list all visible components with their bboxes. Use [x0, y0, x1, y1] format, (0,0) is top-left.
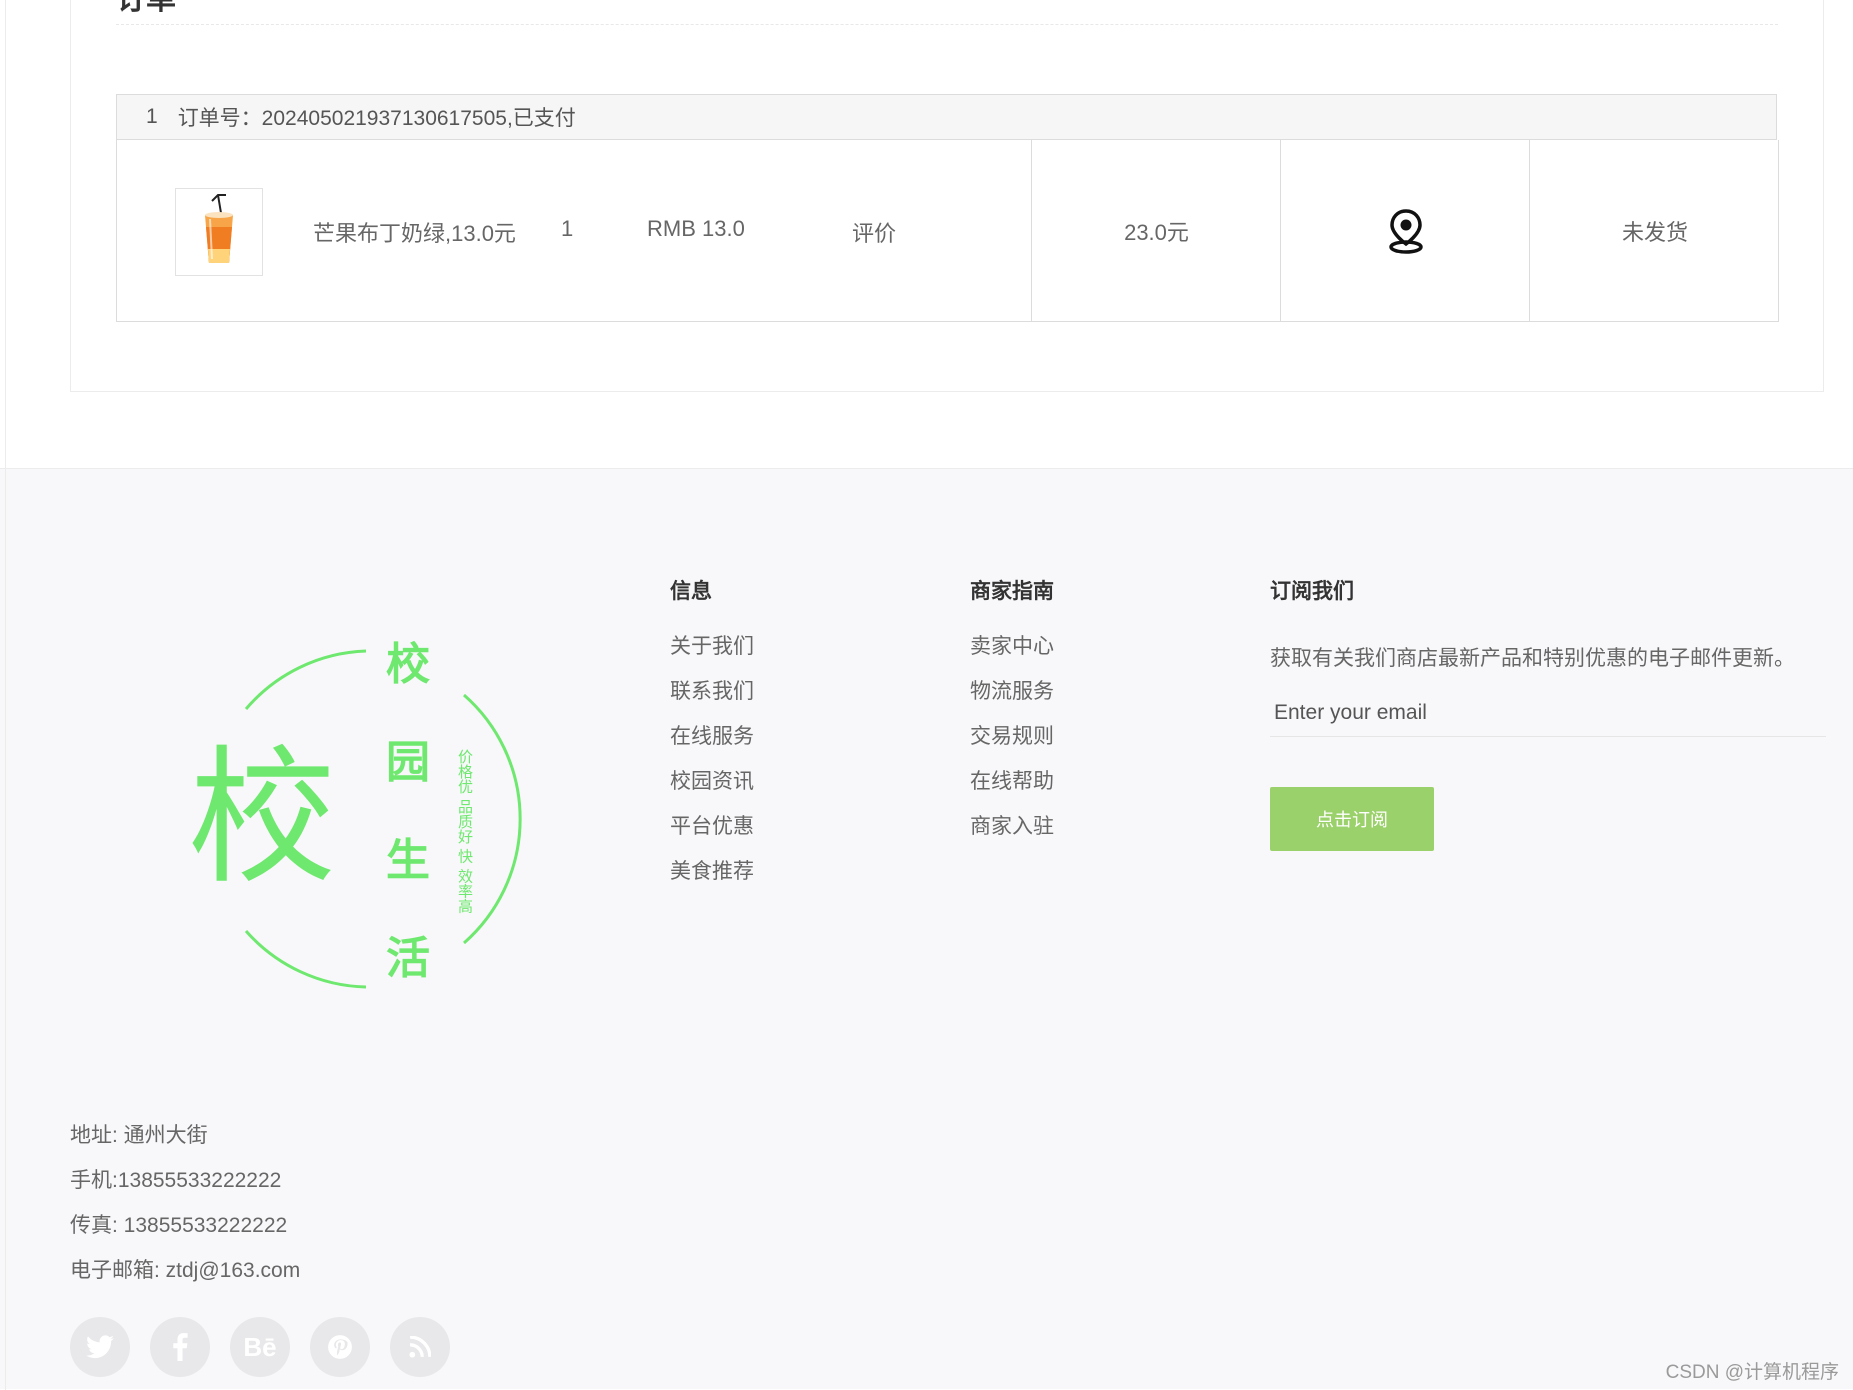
link-campus-news[interactable]: 校园资讯 — [670, 770, 754, 815]
title-divider — [116, 24, 1778, 25]
order-total: 23.0元 — [1031, 140, 1281, 321]
link-logistics[interactable]: 物流服务 — [970, 680, 1054, 725]
contact-email: 电子邮箱: ztdj@163.com — [70, 1259, 301, 1282]
behance-icon[interactable]: Bē — [230, 1317, 290, 1377]
product-thumbnail[interactable] — [175, 188, 263, 276]
rss-icon[interactable] — [390, 1317, 450, 1377]
subscribe-heading: 订阅我们 — [1270, 580, 1354, 603]
order-index: 1 — [146, 105, 158, 128]
order-number: 订单号：20240502193713061750​5,已支付 — [177, 107, 576, 130]
footer-left-border — [5, 469, 6, 1390]
logo-vertical-text: 价格优 品质好 快 效率高 — [456, 749, 474, 914]
pinterest-p-icon — [328, 1335, 352, 1359]
shipping-status: 未发货 — [1529, 140, 1780, 321]
behance-glyph: Bē — [243, 1331, 277, 1362]
map-pin-icon[interactable] — [1386, 208, 1426, 254]
contact-fax: 传真: 13855533222222 — [70, 1214, 288, 1237]
review-link[interactable]: 评价 — [852, 216, 896, 248]
logo-big-char: 校 — [188, 732, 336, 904]
link-merchant-join[interactable]: 商家入驻 — [970, 815, 1054, 860]
logo-char-2: 园 — [386, 737, 430, 788]
facebook-f-icon — [173, 1333, 188, 1361]
order-item-details: 芒果布丁奶绿,13.0元 1 RMB 13.0 评价 — [117, 140, 1031, 321]
section-title: 订单 — [116, 0, 176, 18]
link-online-service[interactable]: 在线服务 — [670, 725, 754, 770]
product-price: RMB 13.0 — [647, 216, 745, 241]
logo-char-4: 活 — [386, 933, 430, 984]
facebook-icon[interactable] — [150, 1317, 210, 1377]
left-border — [5, 0, 6, 468]
email-input[interactable] — [1270, 689, 1826, 737]
link-platform-deals[interactable]: 平台优惠 — [670, 815, 754, 860]
social-links: Bē — [70, 1317, 450, 1377]
order-header: 1 订单号：20240502193713061750​5,已支付 — [116, 94, 1777, 140]
watermark: CSDN @计算机程序 — [1665, 1362, 1839, 1383]
info-links: 关于我们 联系我们 在线服务 校园资讯 平台优惠 美食推荐 — [670, 635, 754, 905]
pinterest-icon[interactable] — [310, 1317, 370, 1377]
subscribe-button[interactable]: 点击订阅 — [1270, 787, 1434, 851]
link-seller-center[interactable]: 卖家中心 — [970, 635, 1054, 680]
site-footer: 校 校 园 生 活 价格优 品质好 快 效率高 信息 关于我们 联系我们 在线服… — [0, 468, 1853, 1390]
twitter-bird-icon — [86, 1335, 114, 1359]
subscribe-description: 获取有关我们商店最新产品和特别优惠的电子邮件更新。 — [1270, 647, 1795, 670]
info-heading: 信息 — [670, 580, 712, 603]
contact-info: 地址: 通州大街 手机:13855533222222 传真: 138555332… — [70, 1121, 300, 1301]
address-cell[interactable] — [1280, 140, 1530, 321]
logo-char-1: 校 — [386, 639, 430, 690]
contact-address: 地址: 通州大街 — [70, 1124, 208, 1147]
rss-feed-icon — [409, 1336, 431, 1358]
link-contact-us[interactable]: 联系我们 — [670, 680, 754, 725]
contact-phone: 手机:13855533222222 — [70, 1169, 282, 1192]
merchant-heading: 商家指南 — [970, 580, 1054, 603]
twitter-icon[interactable] — [70, 1317, 130, 1377]
order-item-row: 芒果布丁奶绿,13.0元 1 RMB 13.0 评价 23.0元 未发货 — [116, 140, 1779, 322]
logo-char-3: 生 — [386, 835, 430, 886]
iced-drink-image — [205, 194, 233, 263]
merchant-links: 卖家中心 物流服务 交易规则 在线帮助 商家入驻 — [970, 635, 1054, 860]
link-food-picks[interactable]: 美食推荐 — [670, 860, 754, 905]
product-quantity: 1 — [561, 216, 574, 241]
product-name: 芒果布丁奶绿,13.0元 — [313, 221, 516, 246]
link-trade-rules[interactable]: 交易规则 — [970, 725, 1054, 770]
link-about-us[interactable]: 关于我们 — [670, 635, 754, 680]
order-area: 订单 1 订单号：20240502193713061750​5,已支付 芒果布丁… — [0, 0, 1853, 468]
link-online-help[interactable]: 在线帮助 — [970, 770, 1054, 815]
campus-life-logo[interactable]: 校 校 园 生 活 价格优 品质好 快 效率高 — [176, 639, 536, 999]
